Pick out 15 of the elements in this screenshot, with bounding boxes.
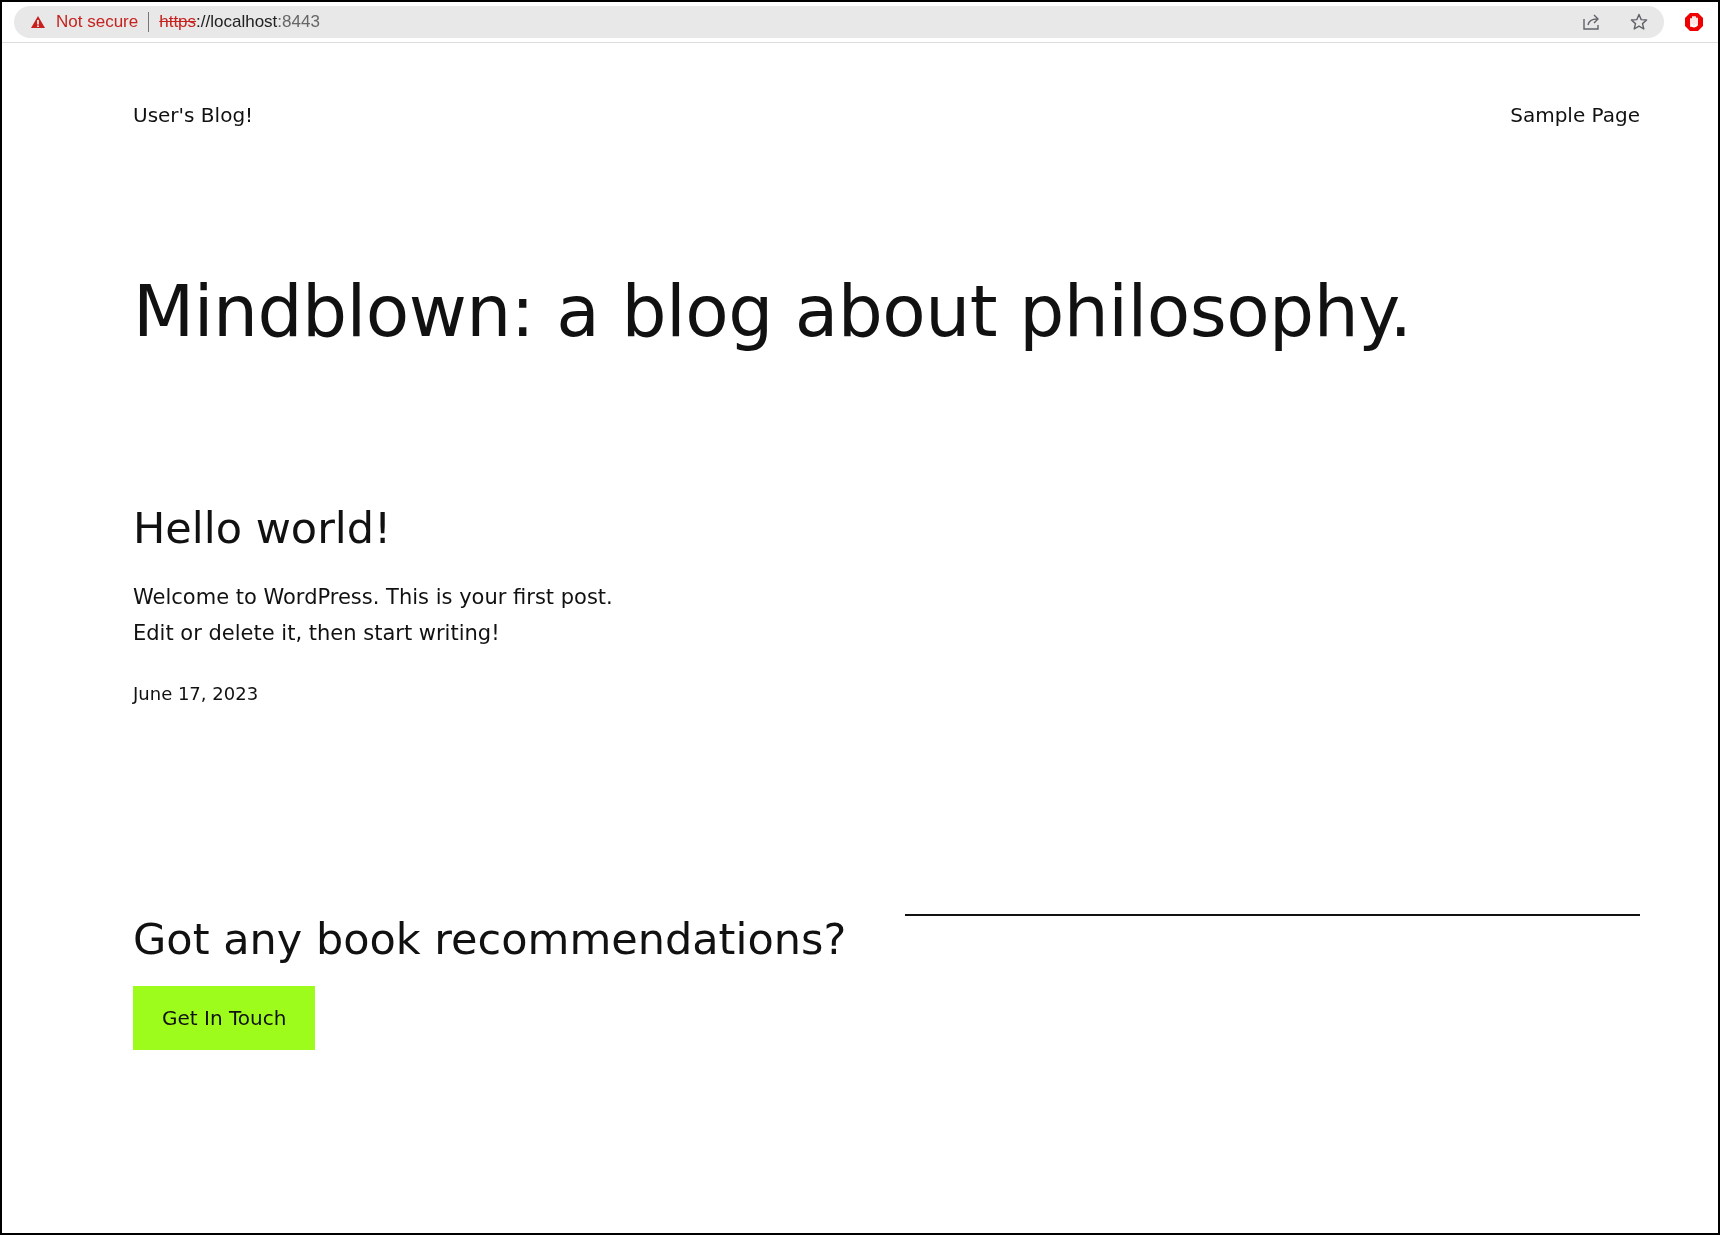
page-heading: Mindblown: a blog about philosophy. [133,270,1413,353]
stop-hand-icon[interactable] [1684,12,1704,32]
nav-link[interactable]: Sample Page [1510,103,1640,127]
share-icon[interactable] [1582,13,1602,31]
address-bar[interactable]: Not secure https://localhost:8443 [14,6,1664,38]
cta-heading: Got any book recommendations? [133,914,847,964]
warning-icon [30,15,46,29]
site-title[interactable]: User's Blog! [133,103,254,127]
get-in-touch-button[interactable]: Get In Touch [133,986,316,1050]
post-title[interactable]: Hello world! [133,503,1640,553]
post-excerpt: Welcome to WordPress. This is your first post. Edit or delete it, then start writing! [133,584,614,647]
star-icon[interactable] [1630,13,1648,31]
url-text[interactable]: https://localhost:8443 [159,12,320,32]
post-date: June 17, 2023 [133,683,260,704]
security-label[interactable]: Not secure [56,12,139,32]
